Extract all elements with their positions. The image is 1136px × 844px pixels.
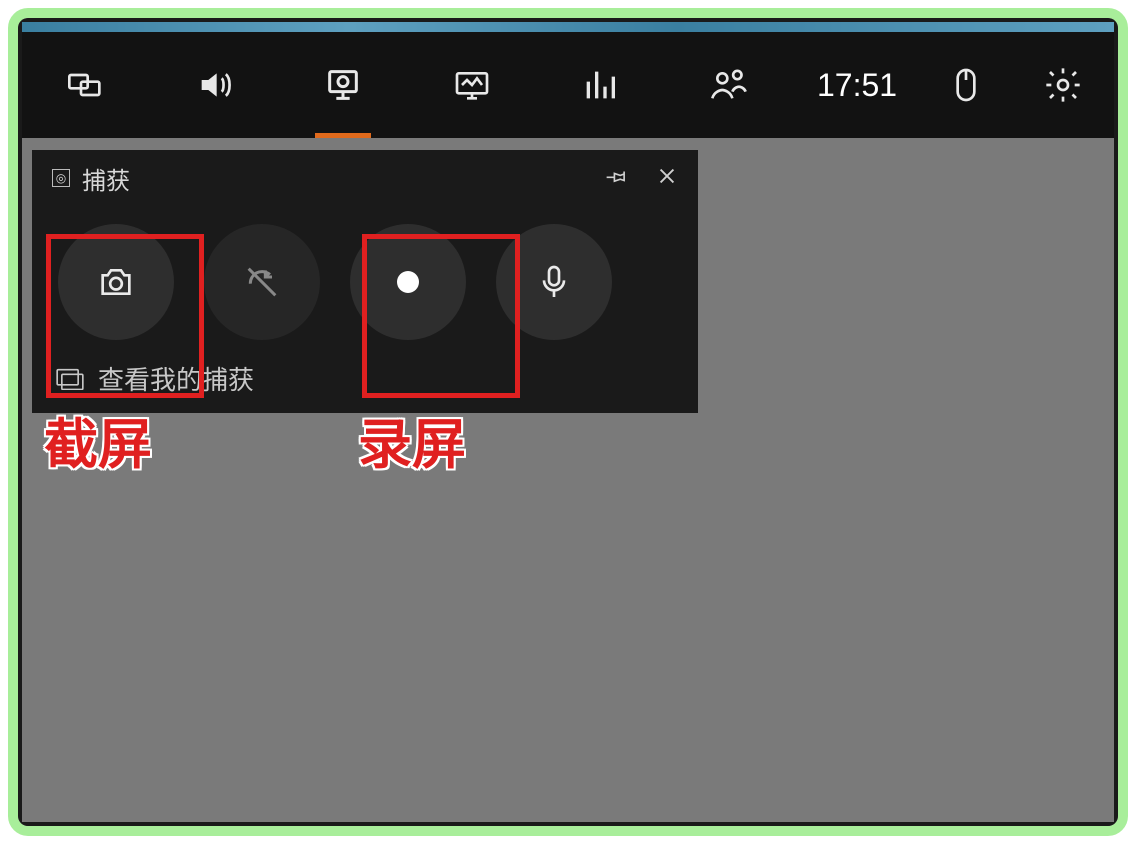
outer-frame: 17:51 ◎ 捕获: [8, 8, 1128, 836]
mouse-icon[interactable]: [921, 32, 1011, 138]
capture-panel-footer[interactable]: 查看我的捕获: [32, 350, 698, 407]
game-bar-toolbar: 17:51: [22, 32, 1114, 138]
record-button[interactable]: [350, 224, 466, 340]
capture-panel-header: ◎ 捕获: [32, 150, 698, 206]
mic-button[interactable]: [496, 224, 612, 340]
close-icon[interactable]: [656, 165, 678, 192]
capture-panel: ◎ 捕获: [32, 150, 698, 413]
clock-time: 17:51: [793, 32, 921, 138]
desktop-area: 17:51 ◎ 捕获: [18, 18, 1118, 826]
window-sliver: [22, 22, 1114, 32]
capture-panel-title: 捕获: [82, 161, 130, 196]
screenshot-button[interactable]: [58, 224, 174, 340]
capture-panel-body: [32, 206, 698, 350]
xbox-social-icon[interactable]: [664, 32, 792, 138]
capture-icon[interactable]: [279, 32, 407, 138]
audio-icon[interactable]: [150, 32, 278, 138]
pin-icon[interactable]: [606, 165, 628, 192]
view-captures-link[interactable]: 查看我的捕获: [98, 360, 254, 397]
stats-icon[interactable]: [536, 32, 664, 138]
record-dot-icon: [397, 271, 419, 293]
capture-badge-icon: ◎: [52, 169, 70, 187]
settings-icon[interactable]: [1011, 32, 1114, 138]
widgets-icon[interactable]: [22, 32, 150, 138]
performance-icon[interactable]: [407, 32, 535, 138]
record-last-button[interactable]: [204, 224, 320, 340]
